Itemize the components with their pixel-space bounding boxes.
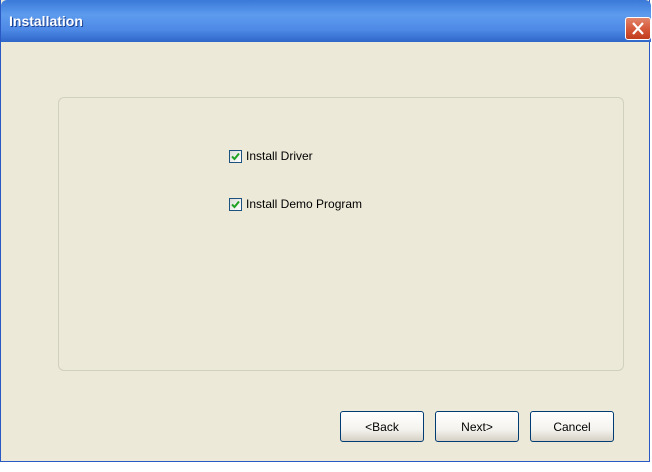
close-icon <box>632 22 644 35</box>
install-demo-program-label: Install Demo Program <box>246 197 363 211</box>
back-button[interactable]: <Back <box>340 411 424 442</box>
window-title: Installation <box>9 13 83 29</box>
cancel-button[interactable]: Cancel <box>530 411 614 442</box>
install-driver-checkbox[interactable] <box>229 149 242 163</box>
checkmark-icon <box>231 152 240 160</box>
checkmark-icon <box>231 200 240 208</box>
installation-dialog: Installation Install Driver Install Demo… <box>0 0 651 462</box>
options-group-box <box>58 97 624 371</box>
close-button[interactable] <box>625 17 651 40</box>
install-demo-program-checkbox[interactable] <box>229 197 242 211</box>
install-demo-program-option[interactable]: Install Demo Program <box>229 197 362 211</box>
install-driver-label: Install Driver <box>246 149 313 163</box>
title-bar: Installation <box>1 0 651 42</box>
install-driver-option[interactable]: Install Driver <box>229 149 313 163</box>
next-button[interactable]: Next> <box>435 411 519 442</box>
